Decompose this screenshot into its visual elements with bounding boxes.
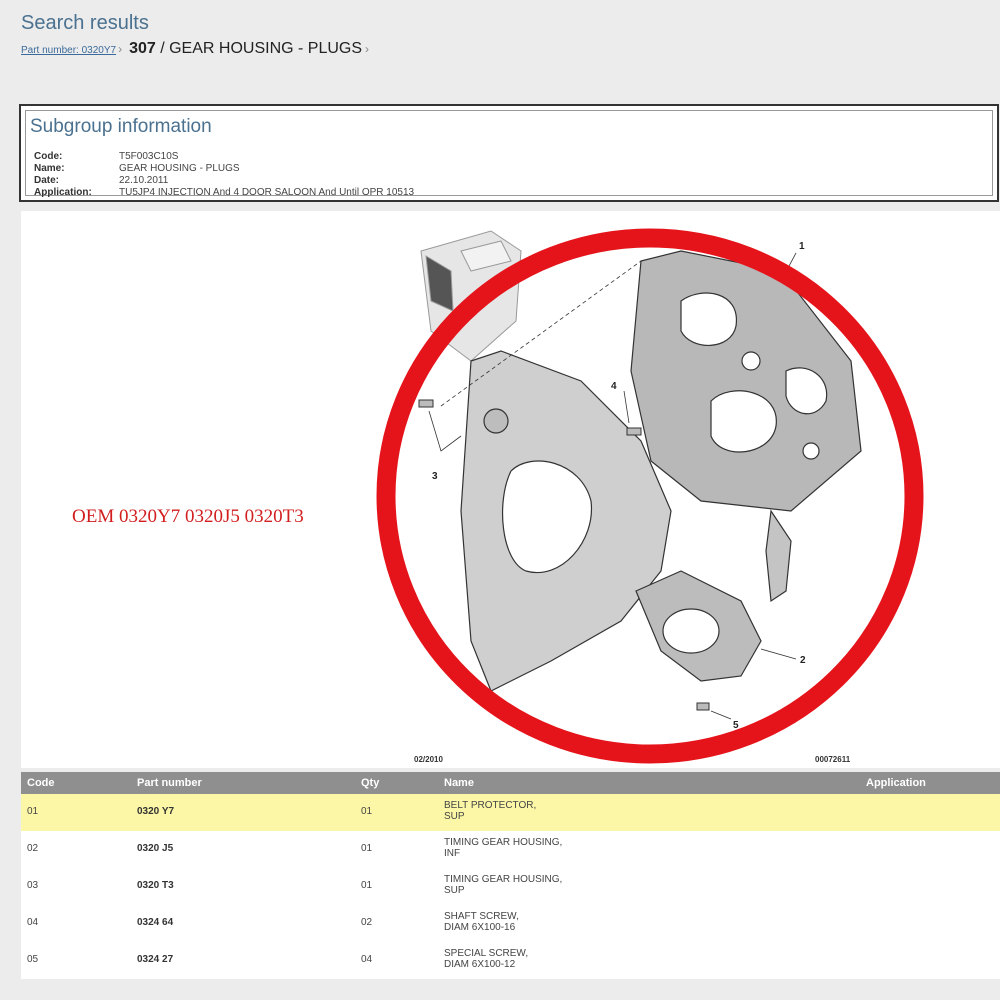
cell-name-line2: SUP — [444, 811, 465, 822]
cell-name: SHAFT SCREW, DIAM 6X100-16 — [444, 911, 519, 933]
cell-code: 02 — [27, 843, 39, 854]
cell-name: TIMING GEAR HOUSING, INF — [444, 837, 562, 859]
page-bottom-margin — [0, 983, 1000, 1000]
info-value: GEAR HOUSING - PLUGS — [119, 163, 240, 174]
page-title: Search results — [21, 12, 149, 34]
info-value: T5F003C10S — [119, 151, 179, 162]
figure-drawing-number: 00072611 — [815, 755, 851, 764]
cell-name-line1: TIMING GEAR HOUSING, — [444, 837, 563, 848]
belt-protector-drawing — [635, 570, 762, 682]
info-row-date: Date: 22.10.2011 — [34, 175, 168, 187]
callout-1: 1 — [799, 241, 805, 252]
subgroup-info-inner: Subgroup information Code: T5F003C10S Nam… — [25, 110, 993, 199]
table-row[interactable]: 02 0320 J5 01 TIMING GEAR HOUSING, INF — [21, 831, 1000, 868]
callout-4: 4 — [611, 381, 617, 392]
info-row-code: Code: T5F003C10S — [34, 151, 178, 163]
info-value: TU5JP4 INJECTION And 4 DOOR SALOON And U… — [119, 187, 415, 198]
cell-qty: 01 — [361, 806, 373, 817]
cell-name-line2: DIAM 6X100-16 — [444, 922, 516, 933]
cell-name: SPECIAL SCREW, DIAM 6X100-12 — [444, 948, 528, 970]
info-row-application: Application: TU5JP4 INJECTION And 4 DOOR … — [34, 187, 414, 199]
cell-name-line2: DIAM 6X100-12 — [444, 959, 516, 970]
cell-name-line1: SHAFT SCREW, — [444, 911, 519, 922]
table-row[interactable]: 04 0324 64 02 SHAFT SCREW, DIAM 6X100-16 — [21, 905, 1000, 942]
parts-table: Code Part number Qty Name Application 01… — [21, 772, 1000, 979]
table-row[interactable]: 05 0324 27 04 SPECIAL SCREW, DIAM 6X100-1… — [21, 942, 1000, 979]
info-label: Code: — [34, 151, 63, 162]
breadcrumb-current: 307 / GEAR HOUSING - PLUGS — [129, 40, 362, 58]
cell-code: 04 — [27, 917, 39, 928]
info-label: Application: — [34, 187, 92, 198]
cell-name: BELT PROTECTOR, SUP — [444, 800, 536, 822]
cell-name-line1: BELT PROTECTOR, — [444, 800, 537, 811]
cell-name-line1: TIMING GEAR HOUSING, — [444, 874, 563, 885]
cell-name: TIMING GEAR HOUSING, SUP — [444, 874, 562, 896]
cell-part-number: 0320 Y7 — [137, 806, 175, 817]
table-row[interactable]: 03 0320 T3 01 TIMING GEAR HOUSING, SUP — [21, 868, 1000, 905]
col-header-qty[interactable]: Qty — [361, 777, 379, 789]
breadcrumb-end-chevron-icon: › — [365, 42, 370, 56]
info-label: Name: — [34, 163, 65, 174]
col-header-part-number[interactable]: Part number — [137, 777, 202, 789]
cell-qty: 02 — [361, 917, 373, 928]
cell-part-number: 0324 64 — [137, 917, 174, 928]
oem-numbers-text: OEM 0320Y7 0320J5 0320T3 — [72, 506, 304, 527]
subgroup-info-panel: Subgroup information Code: T5F003C10S Nam… — [19, 104, 999, 202]
table-row[interactable]: 01 0320 Y7 01 BELT PROTECTOR, SUP — [21, 794, 1000, 831]
cell-part-number: 0324 27 — [137, 954, 174, 965]
breadcrumb: Part number: 0320Y7 › 307 / GEAR HOUSING… — [21, 40, 369, 66]
cell-qty: 04 — [361, 954, 373, 965]
info-value: 22.10.2011 — [119, 175, 169, 186]
col-header-application[interactable]: Application — [866, 777, 926, 789]
breadcrumb-chevron-icon: › — [118, 42, 123, 56]
cell-code: 01 — [27, 806, 39, 817]
breadcrumb-group-code: 307 — [129, 40, 156, 57]
cell-code: 03 — [27, 880, 39, 891]
cell-code: 05 — [27, 954, 39, 965]
breadcrumb-part-number-link[interactable]: Part number: 0320Y7 — [21, 45, 116, 56]
cell-part-number: 0320 J5 — [137, 843, 174, 854]
cell-qty: 01 — [361, 843, 373, 854]
col-header-code[interactable]: Code — [27, 777, 55, 789]
exploded-parts-drawing: 1 2 3 4 5 — [376, 228, 924, 764]
callout-3: 3 — [432, 471, 438, 482]
cell-name-line2: INF — [444, 848, 461, 859]
cell-qty: 01 — [361, 880, 373, 891]
cell-part-number: 0320 T3 — [137, 880, 174, 891]
subgroup-title: Subgroup information — [30, 116, 212, 137]
callout-2: 2 — [800, 655, 806, 666]
cell-name-line1: SPECIAL SCREW, — [444, 948, 529, 959]
table-header: Code Part number Qty Name Application — [21, 772, 1000, 794]
breadcrumb-group-name: / GEAR HOUSING - PLUGS — [155, 40, 363, 57]
cell-name-line2: SUP — [444, 885, 465, 896]
col-header-name[interactable]: Name — [444, 777, 474, 789]
info-row-name: Name: GEAR HOUSING - PLUGS — [34, 163, 240, 175]
figure-date-code: 02/2010 — [414, 755, 443, 764]
info-label: Date: — [34, 175, 60, 186]
